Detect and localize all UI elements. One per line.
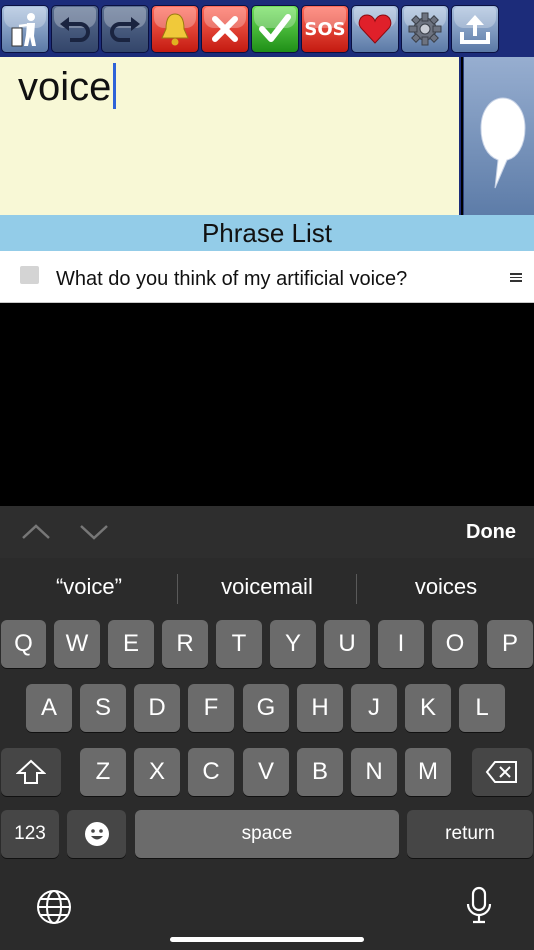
trash-person-icon [11, 13, 36, 47]
toolbar: SOS [0, 0, 534, 57]
cancel-x-icon [212, 16, 238, 42]
numbers-key[interactable]: 123 [1, 810, 59, 858]
gear-icon [408, 12, 442, 46]
key-u[interactable]: U [324, 620, 370, 668]
key-c[interactable]: C [188, 748, 234, 796]
undo-icon [60, 17, 90, 42]
key-w[interactable]: W [54, 620, 100, 668]
keyboard: Done “voice” voicemail voices Q W E R T … [0, 506, 534, 950]
checkmark-icon [259, 14, 291, 42]
backspace-icon [485, 761, 517, 783]
speak-button[interactable] [463, 57, 534, 215]
chevron-down-icon[interactable] [78, 520, 110, 544]
suggestion-1[interactable]: “voice” [0, 574, 178, 600]
key-n[interactable]: N [351, 748, 397, 796]
phrase-list-header: Phrase List [0, 215, 534, 251]
key-j[interactable]: J [351, 684, 397, 732]
key-o[interactable]: O [432, 620, 478, 668]
key-i[interactable]: I [378, 620, 424, 668]
key-f[interactable]: F [188, 684, 234, 732]
emoji-key[interactable] [67, 810, 126, 858]
key-d[interactable]: D [134, 684, 180, 732]
alert-bell-button[interactable] [151, 5, 199, 53]
key-p[interactable]: P [487, 620, 533, 668]
speech-bubble-icon [480, 97, 526, 189]
phrase-list-item[interactable]: What do you think of my artificial voice… [0, 251, 534, 303]
key-t[interactable]: T [216, 620, 262, 668]
key-s[interactable]: S [80, 684, 126, 732]
sos-icon: SOS [304, 18, 346, 40]
key-b[interactable]: B [297, 748, 343, 796]
microphone-icon[interactable] [464, 886, 494, 926]
key-m[interactable]: M [405, 748, 451, 796]
emoji-icon [84, 822, 109, 846]
redo-button[interactable] [101, 5, 149, 53]
clear-button[interactable] [1, 5, 49, 53]
share-upload-icon [460, 15, 490, 44]
favorites-button[interactable] [351, 5, 399, 53]
no-button[interactable] [201, 5, 249, 53]
redo-icon [110, 17, 140, 42]
done-button[interactable]: Done [466, 521, 516, 544]
key-g[interactable]: G [243, 684, 289, 732]
key-l[interactable]: L [459, 684, 505, 732]
text-editor[interactable]: voice [0, 57, 461, 215]
key-e[interactable]: E [108, 620, 154, 668]
editor-text: voice [18, 65, 112, 109]
undo-button[interactable] [51, 5, 99, 53]
return-key[interactable]: return [407, 810, 533, 858]
key-a[interactable]: A [26, 684, 72, 732]
key-k[interactable]: K [405, 684, 451, 732]
globe-icon[interactable] [35, 888, 73, 926]
key-x[interactable]: X [134, 748, 180, 796]
space-key[interactable]: space [135, 810, 399, 858]
settings-button[interactable] [401, 5, 449, 53]
key-z[interactable]: Z [80, 748, 126, 796]
heart-icon [358, 14, 392, 44]
reorder-handle-icon[interactable] [510, 273, 522, 284]
home-indicator [170, 937, 364, 942]
sos-button[interactable]: SOS [301, 5, 349, 53]
text-caret [113, 63, 117, 109]
yes-button[interactable] [251, 5, 299, 53]
keyboard-accessory-bar: Done [0, 506, 534, 558]
suggestion-2[interactable]: voicemail [178, 574, 356, 600]
suggestion-3[interactable]: voices [357, 574, 534, 600]
bell-icon [161, 13, 189, 46]
shift-icon [16, 759, 46, 784]
chevron-up-icon[interactable] [20, 520, 52, 544]
key-r[interactable]: R [162, 620, 208, 668]
key-y[interactable]: Y [270, 620, 316, 668]
backspace-key[interactable] [472, 748, 532, 796]
key-q[interactable]: Q [1, 620, 46, 668]
share-button[interactable] [451, 5, 499, 53]
phrase-text: What do you think of my artificial voice… [56, 268, 408, 290]
shift-key[interactable] [1, 748, 61, 796]
phrase-checkbox[interactable] [20, 266, 39, 284]
key-v[interactable]: V [243, 748, 289, 796]
suggestion-bar: “voice” voicemail voices [0, 558, 534, 618]
key-h[interactable]: H [297, 684, 343, 732]
